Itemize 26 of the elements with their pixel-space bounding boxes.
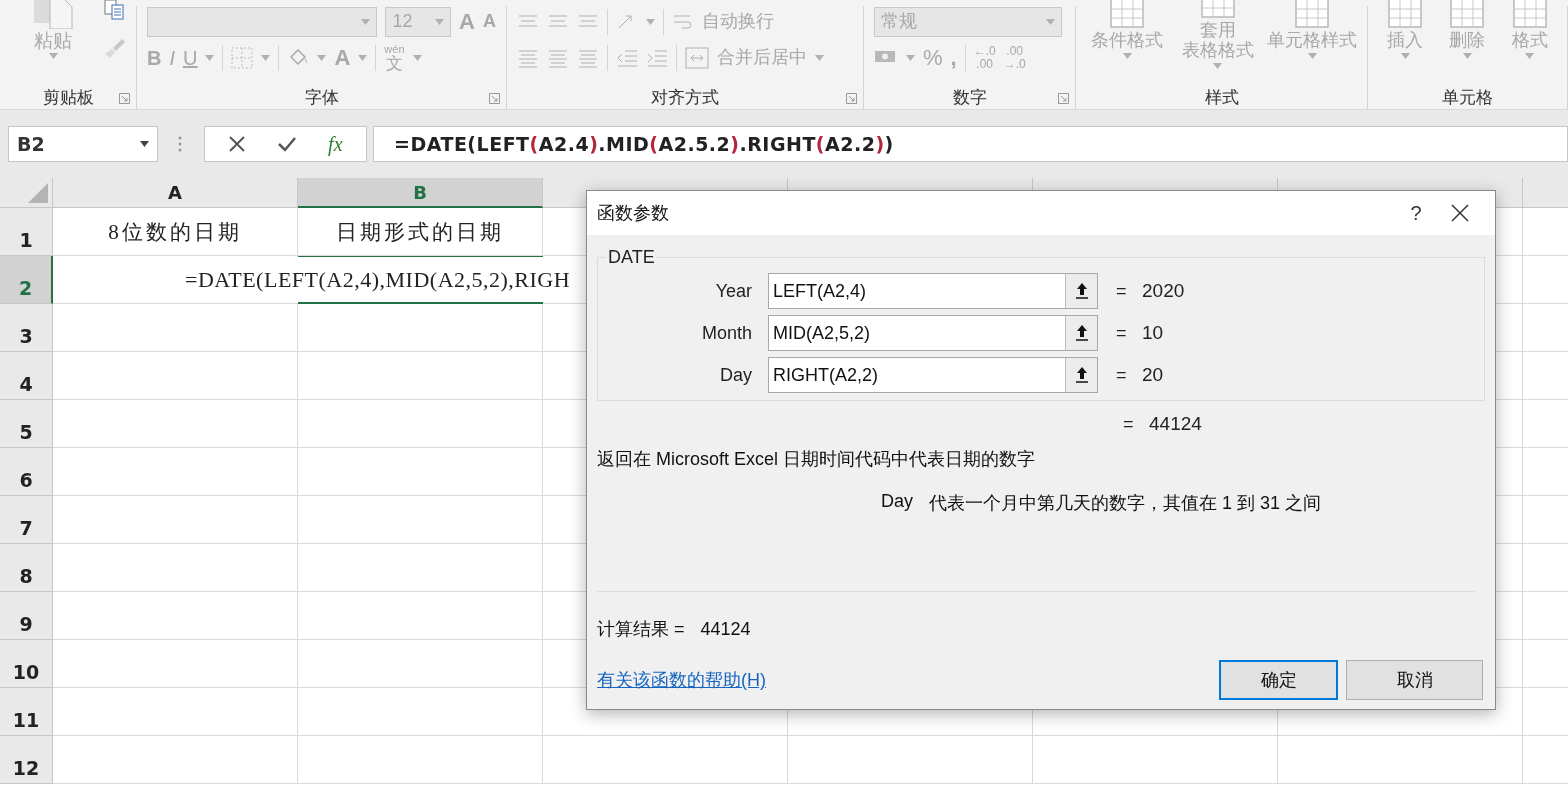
- equals-sign: =: [1116, 322, 1128, 344]
- cell-text: 8位数的日期: [108, 218, 242, 246]
- group-label: 单元格: [1442, 86, 1493, 109]
- argument-label: Year: [714, 280, 753, 302]
- calculation-result: 44124: [700, 618, 751, 640]
- function-description: 返回在 Microsoft Excel 日期时间代码中代表日期的数字: [597, 448, 1037, 471]
- equals-sign: =: [1116, 280, 1128, 302]
- calculation-label: 计算结果 =: [597, 618, 685, 641]
- dialog-title: 函数参数: [597, 202, 670, 225]
- cell-text: 日期形式的日期: [336, 218, 504, 246]
- group-label: 字体: [304, 86, 339, 109]
- argument-result: 10: [1142, 322, 1164, 344]
- group-label: 对齐方式: [651, 86, 719, 109]
- argument-label: Month: [700, 322, 753, 344]
- argument-description: 代表一个月中第几天的数字，其值在 1 到 31 之间: [929, 492, 1322, 515]
- equals-sign: =: [1123, 413, 1135, 435]
- argument-label: Day: [719, 364, 753, 386]
- argument-result: 20: [1142, 364, 1164, 386]
- argument-name: Day: [881, 491, 913, 513]
- cell-edit-text: =DATE(LEFT(A2,4),MID(A2,5,2),RIGH: [185, 267, 571, 293]
- group-label: 数字: [952, 86, 987, 109]
- argument-result: 2020: [1142, 280, 1185, 302]
- formula-result: 44124: [1149, 413, 1202, 435]
- equals-sign: =: [1116, 364, 1128, 386]
- group-label: 样式: [1204, 86, 1239, 109]
- group-label: 剪贴板: [42, 86, 94, 109]
